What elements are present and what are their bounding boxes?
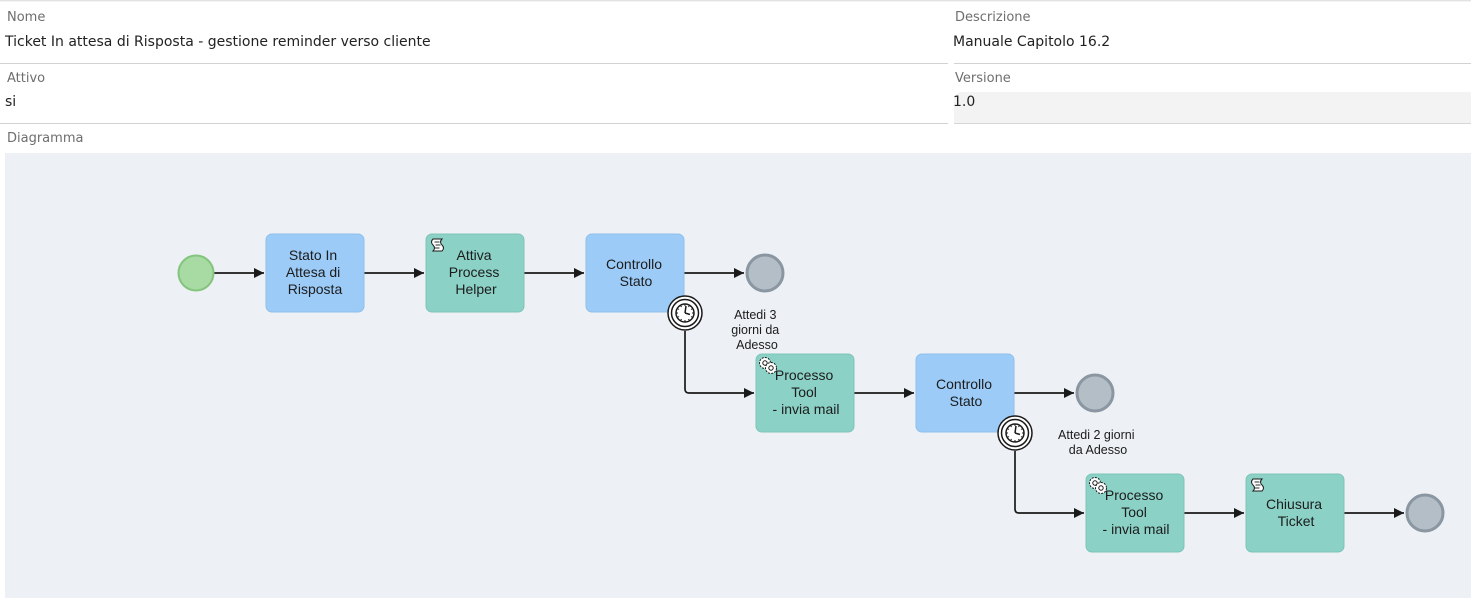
- svg-text:Stato In Attesa di: Stato In Attesa di Risposta: [286, 247, 344, 297]
- nome-field[interactable]: Ticket In attesa di Risposta - gestione …: [5, 34, 431, 50]
- end-event-2[interactable]: [1075, 373, 1115, 413]
- task-label-line: Helper: [455, 281, 497, 297]
- descrizione-label: Descrizione: [955, 10, 1031, 25]
- task-label-line: Stato In: [289, 247, 337, 263]
- descrizione-field[interactable]: Manuale Capitolo 16.2: [953, 34, 1110, 50]
- task-label-line: - invia mail: [1103, 521, 1170, 537]
- attivo-field[interactable]: si: [5, 94, 16, 110]
- svg-text:Attiva Process Hel: Attiva Process Helper: [449, 247, 503, 297]
- task-processo-tool-2[interactable]: Processo Tool - invia mail: [1085, 473, 1185, 553]
- task-label-line: Attesa di: [286, 264, 340, 280]
- task-label-line: Controllo: [606, 256, 662, 272]
- task-label-line: Controllo: [936, 376, 992, 392]
- annotation-line: Adesso: [736, 338, 778, 352]
- attivo-label: Attivo: [7, 71, 46, 86]
- annotation-line: Attedi 3: [734, 308, 776, 322]
- task-label-line: Process: [449, 264, 500, 280]
- task-controllo-stato-2[interactable]: Controllo Stato: [915, 353, 1015, 433]
- versione-field-box: [954, 92, 1471, 124]
- task-label-line: Chiusura: [1266, 496, 1322, 512]
- task-chiusura-ticket[interactable]: Chiusura Ticket: [1245, 473, 1345, 553]
- annotation-line: Attedi 2 giorni: [1058, 428, 1134, 442]
- bpmn-diagram-canvas[interactable]: Stato In Attesa di Risposta Attiva Proce…: [5, 153, 1471, 598]
- timer1-annotation: Attedi 3 giorni da Adesso: [731, 308, 782, 352]
- attivo-underline: [0, 123, 948, 124]
- task-controllo-stato-1[interactable]: Controllo Stato: [585, 233, 685, 313]
- task-label-line: Tool: [791, 384, 817, 400]
- descrizione-underline: [954, 63, 1471, 64]
- start-event[interactable]: [177, 254, 215, 292]
- task-processo-tool-1[interactable]: Processo Tool - invia mail: [755, 353, 855, 433]
- task-label-line: Stato: [620, 273, 653, 289]
- task-label-line: Processo: [1105, 487, 1164, 503]
- task-label-line: Tool: [1121, 504, 1147, 520]
- diagramma-label: Diagramma: [7, 131, 84, 146]
- versione-field: 1.0: [953, 94, 976, 110]
- nome-underline: [0, 63, 948, 64]
- annotation-line: giorni da: [731, 323, 779, 337]
- end-event-1[interactable]: [745, 253, 785, 293]
- task-label-line: Stato: [950, 393, 983, 409]
- task-label-line: Ticket: [1278, 513, 1315, 529]
- end-event-3[interactable]: [1405, 493, 1445, 533]
- task-label-line: - invia mail: [773, 401, 840, 417]
- nome-label: Nome: [7, 10, 46, 25]
- task-label-line: Processo: [775, 367, 834, 383]
- timer2-annotation: Attedi 2 giorni da Adesso: [1058, 428, 1138, 457]
- task-label-line: Attiva: [457, 247, 492, 263]
- versione-label: Versione: [955, 71, 1011, 86]
- task-stato-in-attesa[interactable]: Stato In Attesa di Risposta: [265, 233, 365, 313]
- top-shadow: [0, 0, 1471, 2]
- annotation-line: da Adesso: [1069, 443, 1127, 457]
- timer-clock-icon[interactable]: [667, 295, 703, 331]
- task-attiva-process-helper[interactable]: Attiva Process Helper: [425, 233, 525, 313]
- task-label-line: Risposta: [288, 281, 343, 297]
- flow-timer2-to-t6[interactable]: [1014, 451, 1084, 518]
- timer-clock-icon[interactable]: [997, 415, 1033, 451]
